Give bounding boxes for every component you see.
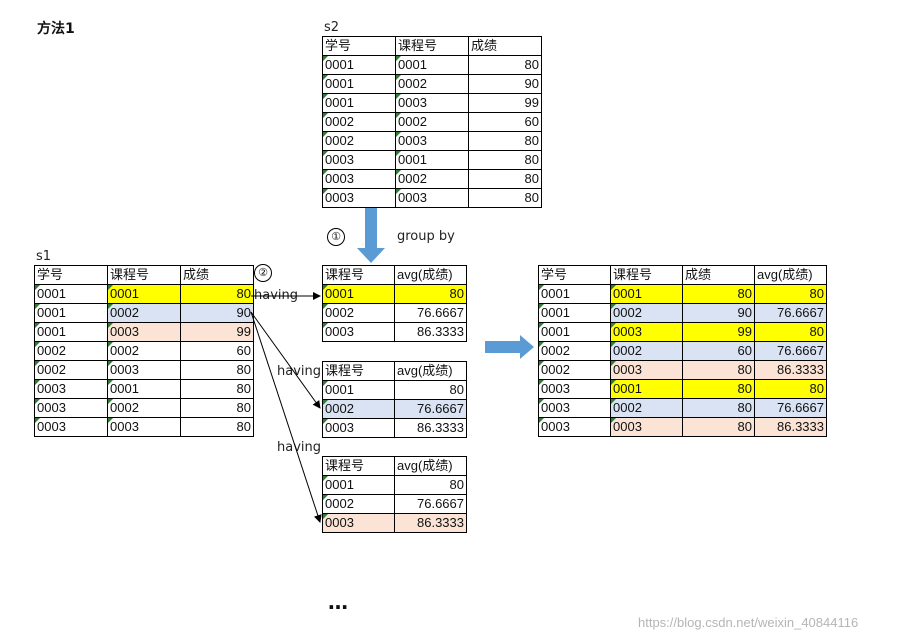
watermark: https://blog.csdn.net/weixin_40844116 — [638, 615, 859, 630]
arrows-overlay — [250, 208, 534, 523]
group-by-down-arrow — [357, 208, 385, 263]
result-right-arrow — [485, 335, 534, 359]
having-arrow-3 — [250, 311, 322, 523]
having-arrow-2 — [250, 311, 321, 409]
ellipsis: … — [328, 590, 348, 614]
